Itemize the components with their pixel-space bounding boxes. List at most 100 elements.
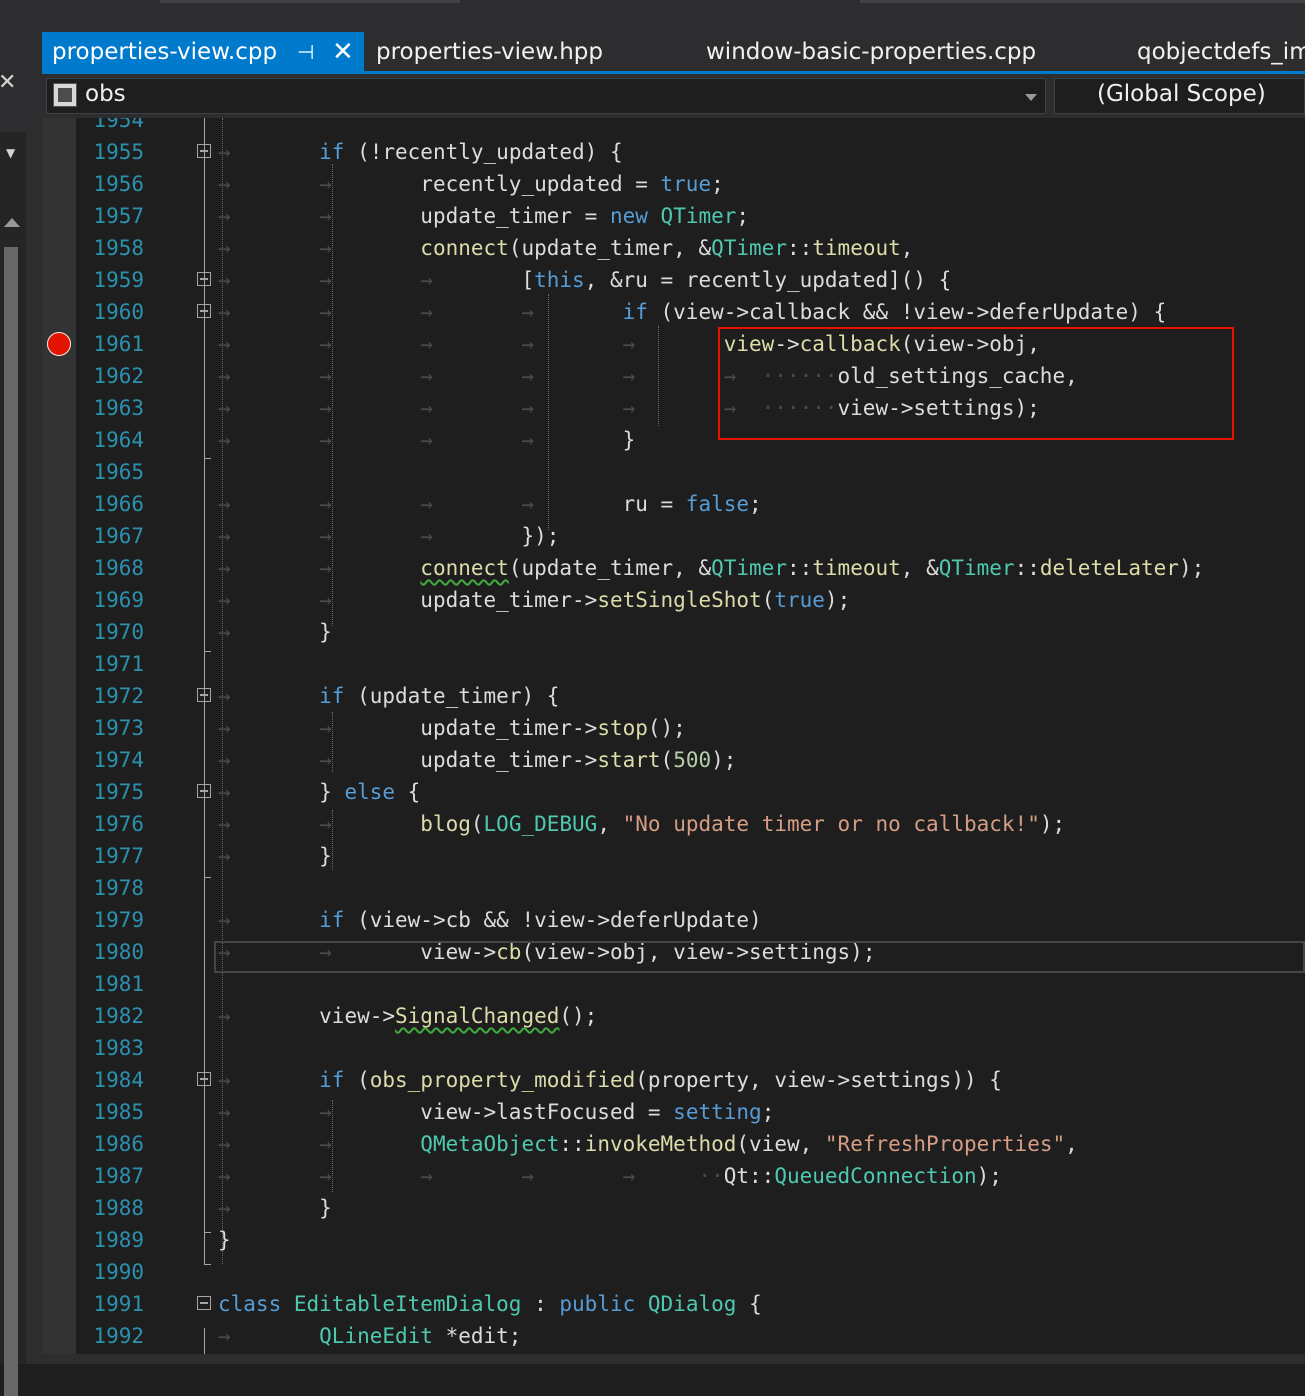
horizontal-scrollbar[interactable]: [42, 1354, 1305, 1364]
code-line: 1977 → }: [42, 840, 1305, 872]
line-number: 1980: [93, 940, 144, 964]
line-number: 1961: [93, 332, 144, 356]
code-line: 1978: [42, 872, 1305, 904]
line-number: 1972: [93, 684, 144, 708]
code-line: 1983: [42, 1032, 1305, 1064]
code-text: → → update_timer->stop();: [218, 716, 686, 740]
line-number: 1992: [93, 1324, 144, 1348]
window-top-strip: [0, 0, 1305, 32]
code-text: → → update_timer = new QTimer;: [218, 204, 750, 228]
line-number: 1957: [93, 204, 144, 228]
tab-window-basic-properties-cpp[interactable]: window-basic-properties.cpp: [706, 32, 1036, 72]
line-number: 1986: [93, 1132, 144, 1156]
line-number: 1985: [93, 1100, 144, 1124]
breakpoint-icon[interactable]: [47, 332, 71, 356]
project-dropdown[interactable]: obs: [46, 78, 1046, 114]
code-text: → → → });: [218, 524, 560, 548]
code-line: 1974 → → update_timer->start(500);: [42, 744, 1305, 776]
line-number: 1990: [93, 1260, 144, 1284]
code-text: → → → [this, &ru = recently_updated]() {: [218, 268, 952, 292]
code-line: 1956 → → recently_updated = true;: [42, 168, 1305, 200]
line-number: 1964: [93, 428, 144, 452]
pin-icon[interactable]: ⊣: [297, 32, 314, 72]
code-line: 1975 → } else {: [42, 776, 1305, 808]
code-text: → → connect(update_timer, &QTimer::timeo…: [218, 236, 914, 260]
chevron-down-icon[interactable]: ▼: [6, 146, 15, 160]
collapse-icon[interactable]: [197, 272, 211, 286]
line-number: 1977: [93, 844, 144, 868]
code-line: 1965: [42, 456, 1305, 488]
top-strip-segment: [860, 0, 1305, 3]
code-text: }: [218, 1228, 231, 1252]
line-number: 1991: [93, 1292, 144, 1316]
code-line: 1960 → → → → if (view->callback && !view-…: [42, 296, 1305, 328]
tab-label: window-basic-properties.cpp: [706, 39, 1037, 65]
code-line: 1973 → → update_timer->stop();: [42, 712, 1305, 744]
line-number: 1987: [93, 1164, 144, 1188]
line-number: 1956: [93, 172, 144, 196]
code-text: → view->SignalChanged();: [218, 1004, 598, 1028]
code-editor[interactable]: 1954 1955 → if (!recently_updated) { 1956…: [42, 118, 1305, 1354]
code-text: class EditableItemDialog : public QDialo…: [218, 1292, 762, 1316]
navigation-bar: obs (Global Scope): [42, 74, 1305, 118]
code-line: 1989}: [42, 1224, 1305, 1256]
line-number: 1988: [93, 1196, 144, 1220]
collapse-icon[interactable]: [197, 1072, 211, 1086]
close-icon[interactable]: ✕: [0, 70, 16, 95]
line-number: 1976: [93, 812, 144, 836]
code-text: → → recently_updated = true;: [218, 172, 724, 196]
line-number: 1975: [93, 780, 144, 804]
code-line: 1971: [42, 648, 1305, 680]
code-line: 1979 → if (view->cb && !view->deferUpdate…: [42, 904, 1305, 936]
current-line-highlight: [214, 941, 1305, 973]
tab-qobjectdefs[interactable]: qobjectdefs_im: [1137, 32, 1305, 72]
code-text: → if (obs_property_modified(property, vi…: [218, 1068, 1002, 1092]
tab-label: properties-view.cpp: [52, 39, 278, 65]
code-text: → if (!recently_updated) {: [218, 140, 623, 164]
code-text: → → view->lastFocused = setting;: [218, 1100, 775, 1124]
code-text: → }: [218, 620, 332, 644]
code-text: → if (update_timer) {: [218, 684, 560, 708]
code-line: 1990: [42, 1256, 1305, 1288]
line-number: 1963: [93, 396, 144, 420]
code-line: 1992 → QLineEdit *edit;: [42, 1320, 1305, 1352]
line-number: 1989: [93, 1228, 144, 1252]
tab-properties-view-hpp[interactable]: properties-view.hpp: [376, 32, 603, 72]
code-line: 1969 → → update_timer->setSingleShot(true…: [42, 584, 1305, 616]
line-number: 1958: [93, 236, 144, 260]
line-number: 1981: [93, 972, 144, 996]
line-number: 1962: [93, 364, 144, 388]
line-number: 1984: [93, 1068, 144, 1092]
code-line: 1967 → → → });: [42, 520, 1305, 552]
code-line: 1966 → → → → ru = false;: [42, 488, 1305, 520]
tab-label: properties-view.hpp: [376, 39, 603, 65]
line-number: 1966: [93, 492, 144, 516]
code-text: → → → → → ··Qt::QueuedConnection);: [218, 1164, 1002, 1188]
chevron-down-icon[interactable]: [1025, 94, 1037, 101]
collapse-icon[interactable]: [197, 144, 211, 158]
code-text: → } else {: [218, 780, 421, 804]
code-text: → → update_timer->start(500);: [218, 748, 737, 772]
code-line: 1968 → → connect(update_timer, &QTimer::t…: [42, 552, 1305, 584]
tab-properties-view-cpp[interactable]: properties-view.cpp ⊣ ✕: [42, 32, 364, 72]
project-label: obs: [85, 81, 126, 107]
scroll-up-icon[interactable]: [4, 218, 20, 227]
code-text: → → QMetaObject::invokeMethod(view, "Ref…: [218, 1132, 1078, 1156]
line-number: 1967: [93, 524, 144, 548]
line-number: 1960: [93, 300, 144, 324]
close-icon[interactable]: ✕: [332, 32, 354, 72]
line-number: 1982: [93, 1004, 144, 1028]
collapse-icon[interactable]: [197, 784, 211, 798]
code-line: 1959 → → → [this, &ru = recently_updated]…: [42, 264, 1305, 296]
line-number: 1971: [93, 652, 144, 676]
code-text: → }: [218, 1196, 332, 1220]
code-line: 1954: [42, 118, 1305, 136]
code-text: → }: [218, 844, 332, 868]
collapse-icon[interactable]: [197, 304, 211, 318]
collapse-icon[interactable]: [197, 688, 211, 702]
scope-label: (Global Scope): [1097, 81, 1266, 107]
scrollbar[interactable]: [4, 247, 18, 1396]
collapse-icon[interactable]: [197, 1296, 211, 1310]
scope-dropdown[interactable]: (Global Scope): [1054, 78, 1305, 114]
code-line: 1982 → view->SignalChanged();: [42, 1000, 1305, 1032]
